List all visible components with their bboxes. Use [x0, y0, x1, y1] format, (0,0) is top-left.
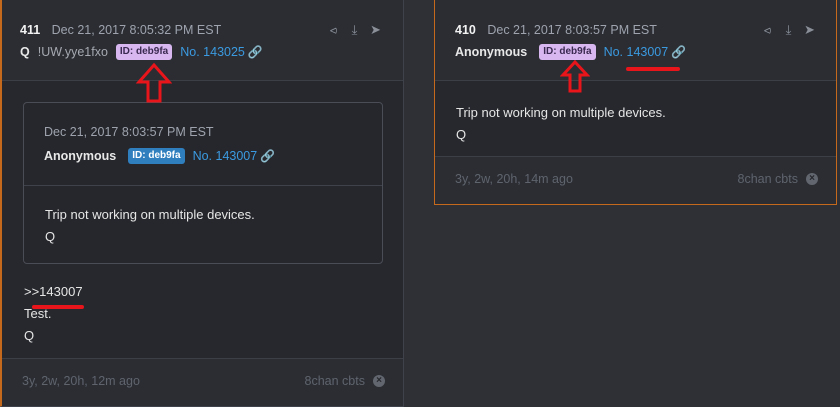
download-icon[interactable]: ⤓ [782, 22, 795, 38]
post-source[interactable]: 8chan cbts [305, 374, 365, 388]
post-date: Dec 21, 2017 8:03:57 PM EST [487, 23, 657, 37]
post-actions: ⪦ ⤓ ➤ [327, 22, 382, 38]
share-icon[interactable]: ⪦ [761, 22, 774, 38]
quoted-post-body: Trip not working on multiple devices. Q [45, 204, 255, 248]
post-footer: 3y, 2w, 20h, 12m ago 8chan cbts × [2, 358, 403, 406]
annotation-underline [32, 305, 84, 309]
post-header: 411 Dec 21, 2017 8:05:32 PM EST Q !UW.yy… [2, 0, 403, 81]
post-card-411: 411 Dec 21, 2017 8:05:32 PM EST Q !UW.yy… [0, 0, 404, 407]
share-icon[interactable]: ⪦ [327, 22, 340, 38]
annotation-arrow-up [560, 60, 590, 93]
post-number-link[interactable]: No. 143007 [604, 45, 669, 59]
id-badge[interactable]: ID: deb9fa [539, 44, 596, 60]
poster-name: Anonymous [455, 45, 528, 59]
link-icon[interactable]: 🔗 [260, 149, 275, 163]
link-icon[interactable]: 🔗 [671, 45, 686, 59]
annotation-underline [626, 67, 680, 71]
quoted-post[interactable]: Dec 21, 2017 8:03:57 PM EST Anonymous ID… [23, 102, 383, 264]
post-source[interactable]: 8chan cbts [738, 172, 798, 186]
post-age: 3y, 2w, 20h, 12m ago [22, 374, 140, 388]
post-age: 3y, 2w, 20h, 14m ago [455, 172, 573, 186]
tripcode: !UW.yye1fxo [37, 45, 108, 59]
arrow-right-circle-icon[interactable]: ➤ [803, 22, 816, 38]
reply-link[interactable]: >>143007 [24, 281, 83, 303]
id-badge[interactable]: ID: deb9fa [115, 44, 173, 60]
close-circle-icon[interactable]: × [806, 173, 818, 185]
post-number: 410 [455, 23, 476, 37]
arrow-right-circle-icon[interactable]: ➤ [369, 22, 382, 38]
download-icon[interactable]: ⤓ [348, 22, 361, 38]
post-number-link[interactable]: No. 143025 [180, 45, 245, 59]
post-number: 411 [20, 23, 41, 37]
post-line: Q [456, 127, 467, 142]
poster-name: Q [20, 45, 30, 59]
close-circle-icon[interactable]: × [373, 375, 385, 387]
quoted-post-number-link[interactable]: No. 143007 [193, 149, 258, 163]
post-card-410: 410 Dec 21, 2017 8:03:57 PM EST Anonymou… [434, 0, 837, 205]
quoted-id-badge[interactable]: ID: deb9fa [128, 148, 185, 164]
quoted-post-header: Dec 21, 2017 8:03:57 PM EST Anonymous ID… [24, 103, 382, 186]
post-footer: 3y, 2w, 20h, 14m ago 8chan cbts × [435, 156, 836, 204]
quoted-post-line: Q [45, 229, 56, 244]
quoted-post-line: Trip not working on multiple devices. [45, 207, 255, 222]
quoted-post-date: Dec 21, 2017 8:03:57 PM EST [44, 125, 214, 139]
annotation-arrow-up [136, 62, 172, 103]
quoted-poster-name: Anonymous [44, 149, 117, 163]
link-icon[interactable]: 🔗 [248, 45, 263, 59]
post-date: Dec 21, 2017 8:05:32 PM EST [51, 23, 222, 37]
post-body: Trip not working on multiple devices. Q [456, 102, 666, 146]
post-line: Trip not working on multiple devices. [456, 105, 666, 120]
post-body: >>143007 Test. Q [24, 281, 83, 347]
post-actions: ⪦ ⤓ ➤ [761, 22, 816, 38]
post-line: Q [24, 328, 35, 343]
